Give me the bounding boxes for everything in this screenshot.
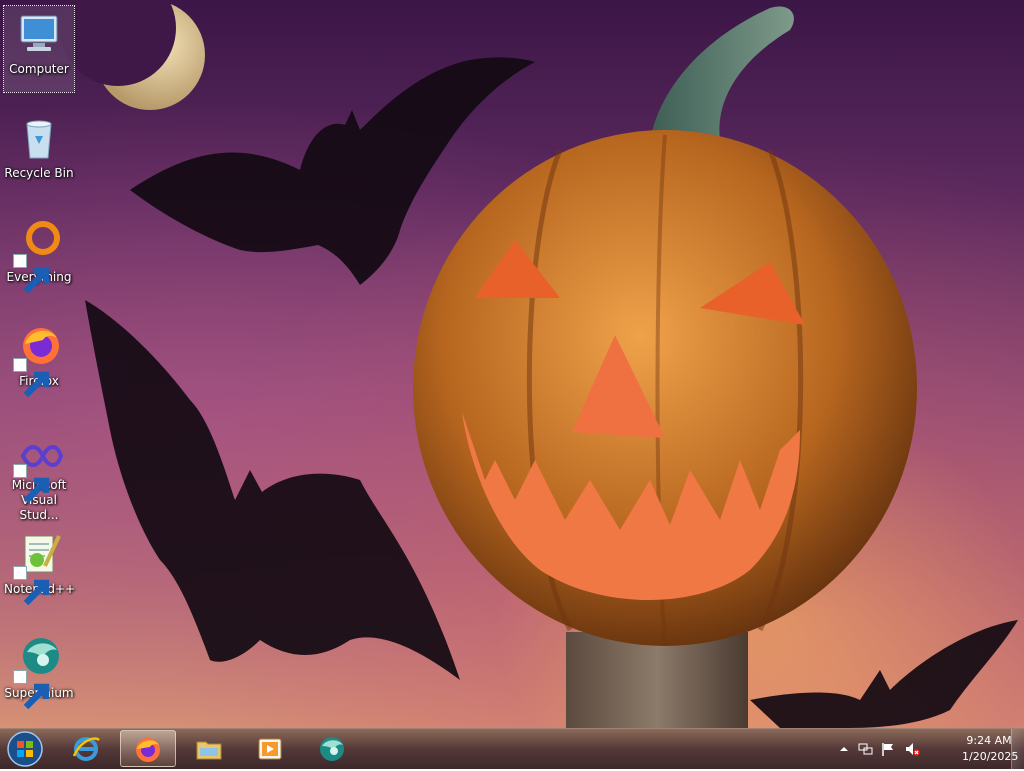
shortcut-arrow-icon: [13, 464, 50, 504]
shortcut-arrow-icon: [13, 566, 50, 606]
jack-o-lantern: [413, 6, 917, 646]
action-center[interactable]: [880, 741, 896, 757]
clock-date: 1/20/2025: [962, 750, 1019, 763]
firefox-icon: [136, 738, 160, 762]
computer-icon: [20, 15, 58, 51]
show-desktop-button[interactable]: [1011, 729, 1024, 769]
desktop-icon-firefox[interactable]: Firefox: [4, 318, 74, 404]
taskbar-supermium[interactable]: [305, 730, 361, 767]
crescent-moon: [60, 0, 205, 110]
chevron-up-icon: [840, 747, 848, 751]
internet-explorer-icon: [72, 737, 100, 761]
clock[interactable]: 9:24 AM 1/20/2025: [962, 733, 1019, 765]
halloween-wallpaper: [60, 0, 1018, 728]
shortcut-arrow-icon: [13, 254, 50, 294]
taskbar: 9:24 AM 1/20/2025: [0, 728, 1024, 769]
volume-muted-icon: [906, 743, 920, 756]
media-player-icon: [258, 738, 282, 760]
desktop-icon-supermium[interactable]: Supermium: [4, 630, 74, 716]
network-icon: [858, 743, 873, 755]
desktop-icon-everything[interactable]: Everything: [4, 214, 74, 300]
taskbar-internet-explorer[interactable]: [59, 730, 115, 767]
file-explorer-icon: [196, 741, 222, 760]
taskbar-firefox[interactable]: [120, 730, 176, 767]
start-orb-icon: [7, 731, 43, 767]
desktop-icon-visual-studio[interactable]: Microsoft Visual Stud...: [4, 432, 74, 522]
taskbar-media-player[interactable]: [243, 730, 299, 767]
flag-icon: [882, 743, 893, 756]
shortcut-arrow-icon: [13, 670, 50, 710]
show-hidden-icons-button[interactable]: [836, 741, 852, 757]
desktop-icon-label: Computer: [9, 62, 69, 76]
desktop-icon-recycle-bin[interactable]: Recycle Bin: [4, 110, 74, 196]
desktop-icon-computer[interactable]: Computer: [3, 5, 75, 93]
clock-time: 9:24 AM: [966, 734, 1012, 747]
wooden-post: [566, 632, 748, 728]
start-button[interactable]: [5, 730, 45, 768]
desktop-icon-label: Recycle Bin: [4, 166, 74, 180]
network-status[interactable]: [858, 741, 874, 757]
shortcut-arrow-icon: [13, 358, 50, 398]
desktop-icon-notepadpp[interactable]: Notepad++: [4, 526, 75, 612]
recycle-bin-icon: [26, 120, 52, 159]
desktop[interactable]: Computer Recycle Bin Everything Firefox …: [0, 0, 1024, 728]
supermium-icon: [320, 737, 344, 761]
volume-control[interactable]: [904, 741, 920, 757]
taskbar-file-explorer[interactable]: [182, 730, 238, 767]
system-tray: 9:24 AM 1/20/2025: [834, 729, 1024, 769]
